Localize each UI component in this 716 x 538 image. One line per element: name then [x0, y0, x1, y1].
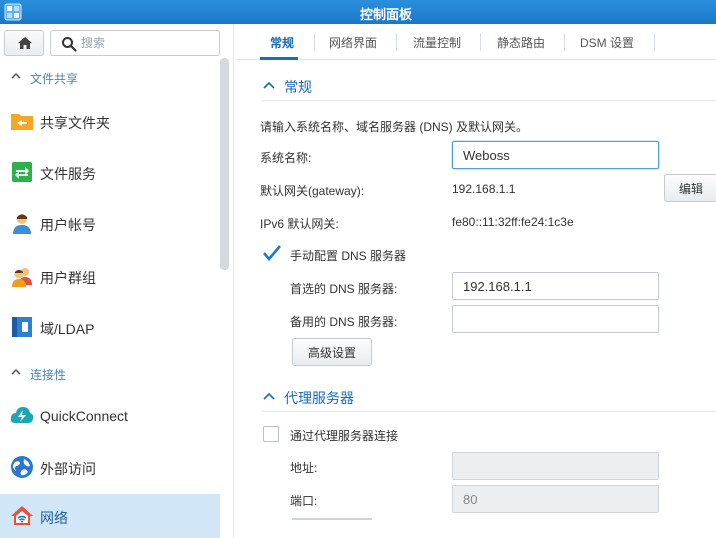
network-icon: [11, 506, 33, 525]
sidebar-item-file-services[interactable]: 文件服务: [0, 150, 220, 194]
proxy-address-input[interactable]: [452, 452, 659, 480]
manual-dns-checkbox[interactable]: [262, 244, 282, 262]
section-divider: [262, 411, 716, 412]
sidebar: 文件共享 共享文件夹 文件服务 用户帐号 用户群组: [0, 24, 234, 538]
advanced-settings-button[interactable]: 高级设置: [292, 338, 372, 366]
proxy-connect-checkbox[interactable]: [263, 426, 279, 442]
proxy-port-input[interactable]: [452, 485, 659, 513]
manual-dns-label: 手动配置 DNS 服务器: [290, 249, 407, 263]
tab-separator: [654, 33, 655, 51]
sidebar-scrollbar[interactable]: [220, 58, 229, 270]
tab-bar: 常规 网络界面 流量控制 静态路由 DSM 设置: [236, 24, 716, 60]
tab-general[interactable]: 常规: [270, 34, 294, 51]
tab-separator: [480, 33, 481, 51]
tab-traffic-control[interactable]: 流量控制: [413, 34, 461, 51]
chevron-up-icon: [263, 392, 275, 400]
chevron-up-icon: [11, 368, 21, 375]
tab-network-interface[interactable]: 网络界面: [329, 34, 377, 51]
gateway-label: 默认网关(gateway):: [260, 184, 365, 198]
active-tab-indicator: [260, 57, 298, 60]
gateway-value: 192.168.1.1: [452, 182, 516, 196]
home-button[interactable]: [4, 30, 44, 56]
user-icon: [13, 214, 31, 234]
sidebar-item-domain-ldap[interactable]: 域/LDAP: [0, 305, 220, 349]
chevron-up-icon: [11, 72, 21, 79]
tab-separator: [564, 33, 565, 51]
tab-separator: [396, 33, 397, 51]
proxy-port-label: 端口:: [290, 494, 318, 508]
window-title: 控制面板: [359, 7, 412, 22]
tab-static-route[interactable]: 静态路由: [497, 34, 545, 51]
alternate-dns-label: 备用的 DNS 服务器:: [290, 315, 398, 329]
preferred-dns-input[interactable]: [452, 272, 659, 300]
group-icon: [12, 268, 32, 287]
window-titlebar: 控制面板: [0, 0, 716, 24]
sidebar-item-network[interactable]: 网络: [0, 494, 220, 538]
proxy-address-label: 地址:: [290, 461, 318, 475]
domain-ldap-icon: [12, 317, 32, 337]
ipv6-gateway-value: fe80::11:32ff:fe24:1c3e: [452, 215, 574, 229]
chevron-up-icon: [263, 81, 275, 89]
preferred-dns-label: 首选的 DNS 服务器:: [290, 282, 398, 296]
edit-gateway-button[interactable]: 编辑: [664, 174, 716, 202]
sidebar-item-shared-folder[interactable]: 共享文件夹: [0, 99, 220, 143]
section-file-sharing[interactable]: 文件共享: [0, 64, 220, 90]
proxy-connect-label: 通过代理服务器连接: [290, 429, 399, 443]
ipv6-gateway-label: IPv6 默认网关:: [260, 217, 339, 231]
home-icon: [18, 37, 32, 49]
sidebar-item-quickconnect[interactable]: QuickConnect: [0, 394, 220, 438]
shared-folder-icon: [11, 114, 33, 130]
tab-separator: [314, 33, 315, 51]
sidebar-toolbar: [0, 24, 233, 64]
section-divider: [262, 100, 716, 101]
sidebar-item-user[interactable]: 用户帐号: [0, 201, 220, 245]
quickconnect-icon: [10, 407, 34, 423]
search-box: [50, 30, 220, 56]
file-services-icon: [12, 162, 32, 182]
search-icon: [62, 37, 77, 52]
server-name-label: 系统名称:: [260, 151, 312, 165]
general-description: 请输入系统名称、域名服务器 (DNS) 及默认网关。: [260, 120, 528, 134]
server-name-input[interactable]: [452, 141, 659, 169]
external-access-icon: [11, 456, 33, 478]
sidebar-item-group[interactable]: 用户群组: [0, 254, 220, 298]
search-input[interactable]: [81, 34, 211, 52]
tab-dsm-settings[interactable]: DSM 设置: [580, 34, 634, 51]
section-connectivity[interactable]: 连接性: [0, 360, 220, 386]
sidebar-item-external-access[interactable]: 外部访问: [0, 445, 220, 489]
main-panel: 常规 网络界面 流量控制 静态路由 DSM 设置 常规 请输入系统名称、域名服务…: [236, 24, 716, 538]
partial-button-edge: [292, 518, 372, 520]
alternate-dns-input[interactable]: [452, 305, 659, 333]
